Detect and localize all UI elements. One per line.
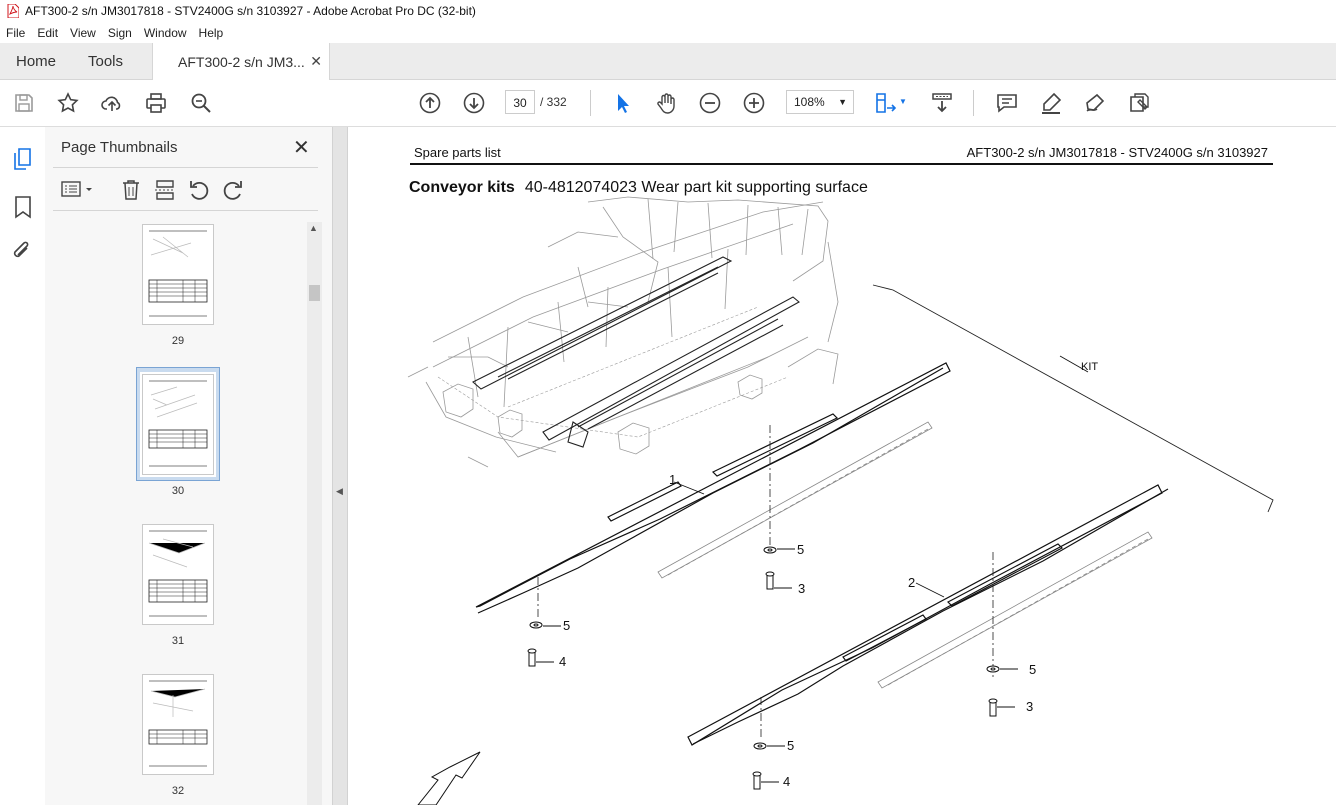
callout-part-5: 5 [563, 618, 571, 633]
kit-boundary-line [872, 284, 1274, 513]
exploded-parts-drawing [407, 196, 1274, 805]
panel-title: Page Thumbnails [61, 139, 178, 156]
left-navigation-rail [0, 127, 46, 805]
tab-document-label: AFT300-2 s/n JM3... [178, 53, 305, 70]
toolbar-divider [973, 90, 974, 116]
rotate-counterclockwise-icon[interactable] [188, 179, 210, 204]
callout-part-2: 2 [908, 575, 916, 590]
collapse-panel-icon[interactable]: ◀ [336, 486, 343, 497]
next-page-icon[interactable] [462, 91, 486, 115]
page-thumbnail[interactable] [142, 674, 214, 775]
thumbnail-page-label: 30 [171, 485, 185, 497]
callout-part-5: 5 [1029, 662, 1037, 677]
document-view[interactable]: Spare parts list AFT300-2 s/n JM3017818 … [348, 127, 1336, 805]
select-cursor-icon[interactable] [610, 91, 634, 115]
panel-splitter[interactable]: ◀ [332, 127, 348, 805]
save-icon[interactable] [12, 91, 36, 115]
attachments-paperclip-icon[interactable] [11, 240, 33, 267]
menu-edit[interactable]: Edit [31, 26, 64, 40]
print-icon[interactable] [144, 91, 168, 115]
menu-window[interactable]: Window [138, 26, 193, 40]
panel-divider [53, 210, 318, 211]
menu-sign[interactable]: Sign [102, 26, 138, 40]
thumbnail-page-label: 29 [171, 335, 185, 347]
callout-part-5: 5 [787, 738, 795, 753]
window-title: AFT300-2 s/n JM3017818 - STV2400G s/n 31… [25, 4, 476, 18]
panel-divider [53, 167, 318, 168]
extract-pages-icon[interactable] [154, 179, 176, 204]
fill-sign-icon[interactable] [1127, 91, 1151, 115]
page-number-input[interactable]: 30 [505, 90, 535, 114]
chevron-down-icon: ▼ [838, 97, 847, 107]
highlight-pen-icon[interactable] [1039, 91, 1063, 115]
close-panel-icon[interactable]: ✕ [293, 135, 310, 160]
delete-page-icon[interactable] [121, 179, 141, 204]
callout-part-1: 1 [669, 472, 677, 487]
menu-bar: File Edit View Sign Window Help [0, 22, 1336, 43]
toolbar-divider [590, 90, 591, 116]
callout-part-3: 3 [798, 581, 806, 596]
zoom-search-icon[interactable] [189, 91, 213, 115]
window-title-bar: AFT300-2 s/n JM3017818 - STV2400G s/n 31… [0, 0, 1336, 22]
callout-kit: KIT [1081, 361, 1099, 373]
acrobat-pdf-icon [7, 4, 19, 18]
scroll-mode-icon[interactable] [930, 91, 954, 115]
zoom-level-select[interactable]: 108% ▼ [786, 90, 854, 114]
rotate-clockwise-icon[interactable] [222, 179, 244, 204]
zoom-out-icon[interactable] [698, 91, 722, 115]
thumbnail-page-label: 31 [171, 635, 185, 647]
callout-part-5: 5 [797, 542, 805, 557]
thumbnail-options-icon[interactable] [61, 179, 95, 202]
tab-bar: Home Tools AFT300-2 s/n JM3... ✕ [0, 43, 1336, 80]
callout-part-3: 3 [1026, 699, 1034, 714]
tab-document[interactable]: AFT300-2 s/n JM3... ✕ [152, 43, 330, 80]
page-total: / 332 [540, 95, 567, 109]
previous-page-icon[interactable] [418, 91, 442, 115]
zoom-level-value: 108% [794, 95, 825, 109]
menu-file[interactable]: File [0, 26, 31, 40]
page-thumbnail-selected[interactable] [140, 372, 216, 477]
callout-part-4: 4 [559, 654, 567, 669]
comment-icon[interactable] [995, 91, 1019, 115]
bookmarks-icon[interactable] [13, 195, 33, 222]
menu-help[interactable]: Help [193, 26, 230, 40]
close-tab-icon[interactable]: ✕ [310, 53, 322, 70]
page-thumbnails-panel: Page Thumbnails ✕ 29 30 31 32 ▲ [45, 127, 332, 805]
hand-tool-icon[interactable] [654, 91, 678, 115]
fit-page-icon[interactable] [874, 91, 898, 115]
page-thumbnail[interactable] [142, 224, 214, 325]
thumbnail-page-label: 32 [171, 785, 185, 797]
draw-pen-icon[interactable] [1083, 91, 1107, 115]
tab-tools[interactable]: Tools [88, 43, 123, 79]
tab-home[interactable]: Home [16, 43, 56, 79]
bookmark-star-icon[interactable] [56, 91, 80, 115]
page-thumbnail[interactable] [142, 524, 214, 625]
scroll-up-icon[interactable]: ▲ [309, 223, 318, 233]
page-thumbnails-icon[interactable] [11, 147, 35, 176]
zoom-in-icon[interactable] [742, 91, 766, 115]
thumbnail-scrollbar[interactable] [307, 222, 322, 805]
menu-view[interactable]: View [64, 26, 102, 40]
thumbnail-scrollbar-thumb[interactable] [309, 285, 320, 301]
fit-page-chevron-icon[interactable]: ▼ [899, 97, 907, 106]
callout-part-4: 4 [783, 774, 791, 789]
upload-cloud-icon[interactable] [100, 91, 124, 115]
